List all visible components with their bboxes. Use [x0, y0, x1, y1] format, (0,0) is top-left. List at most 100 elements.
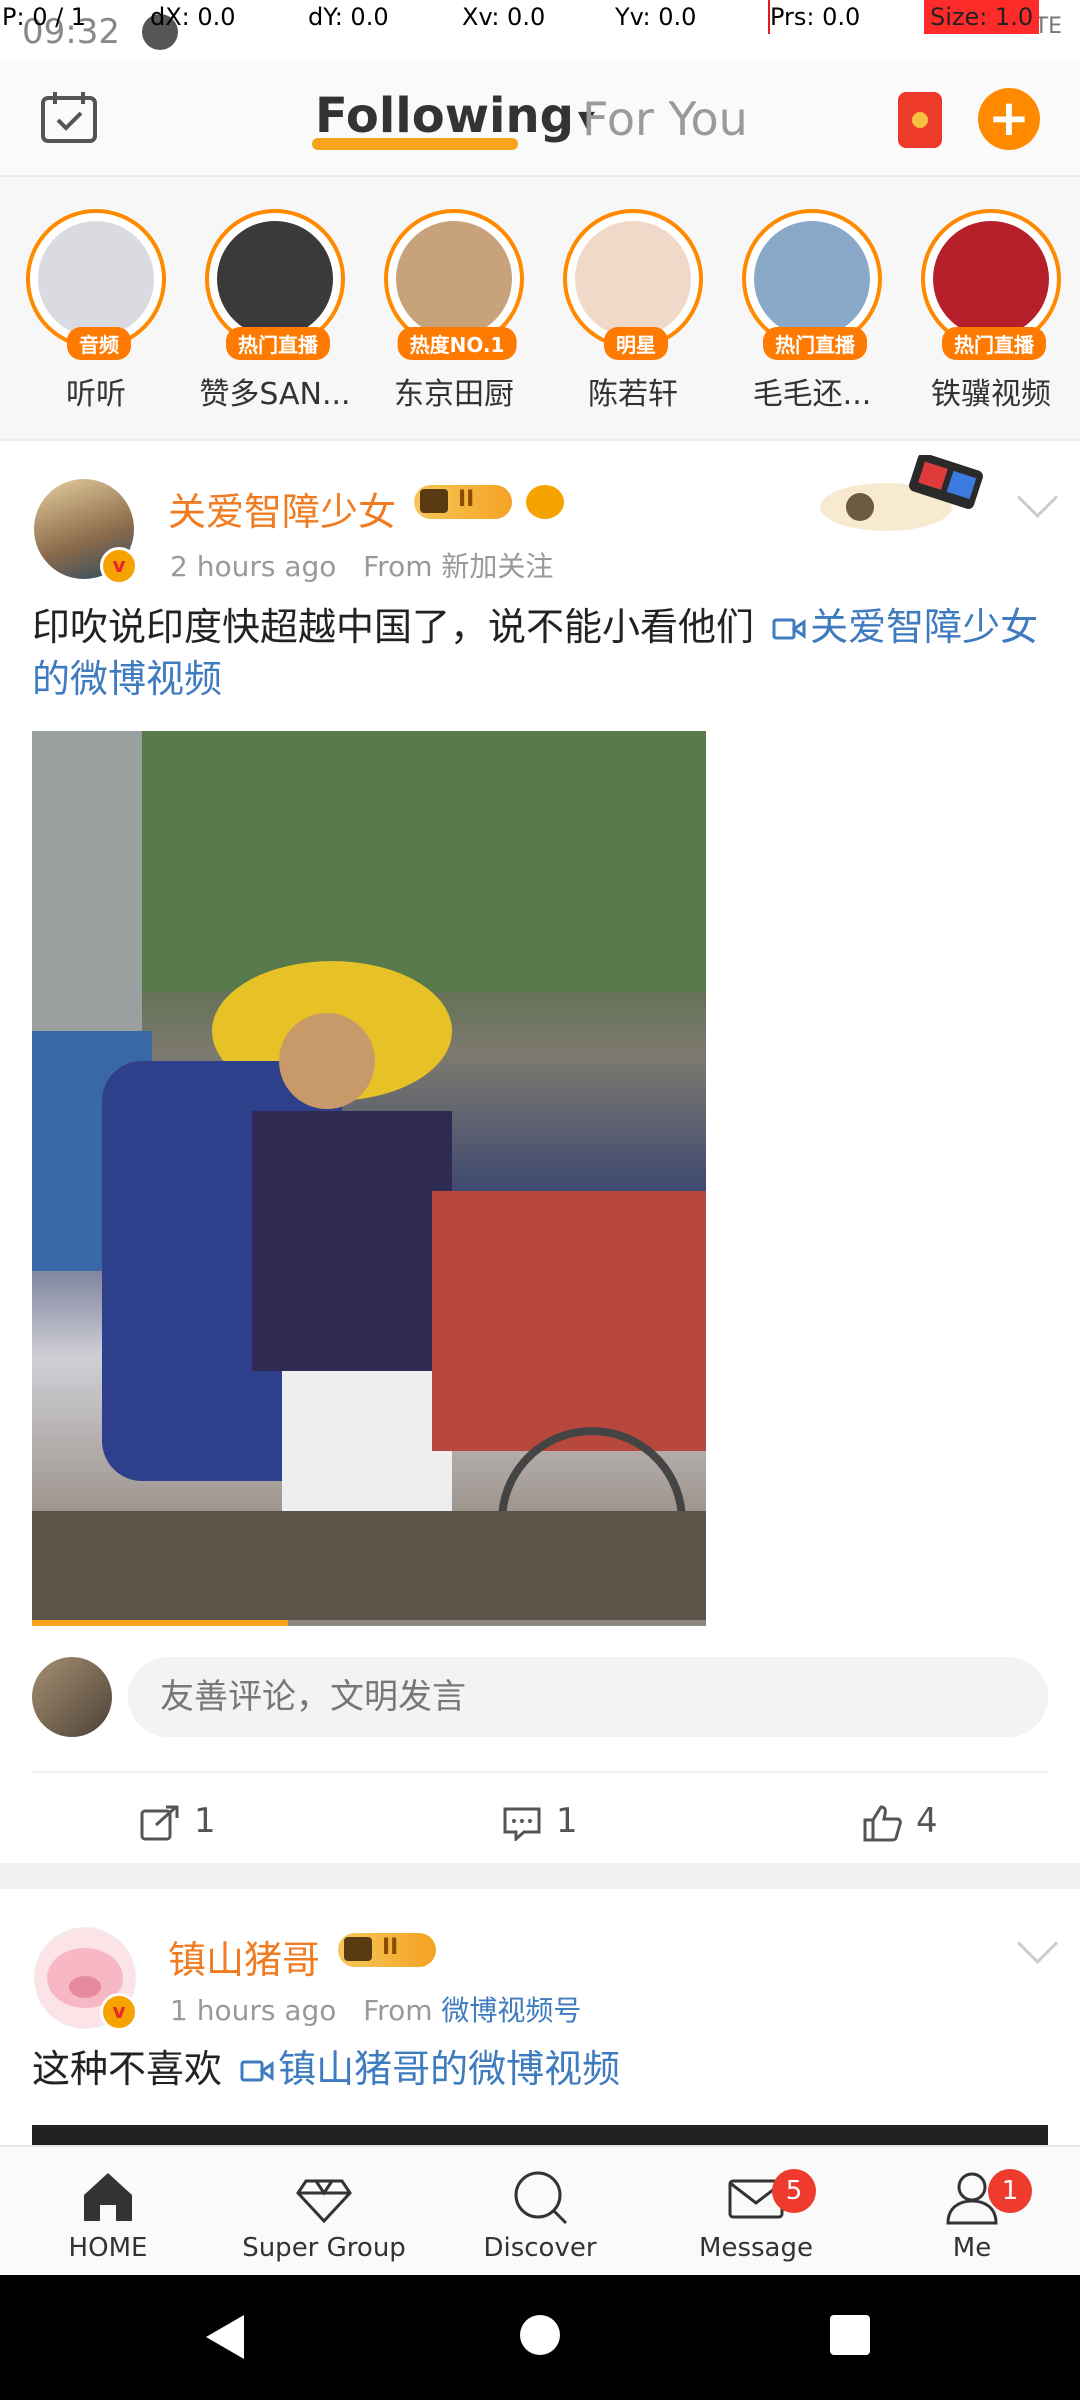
stories-strip: 音频 听听 热门直播 赞多SAN... 热度NO.1 东京田厨 明星 陈若轩 热… — [0, 177, 1080, 441]
nav-discover-label: Discover — [483, 2233, 597, 2263]
chevron-down-icon[interactable] — [1016, 1922, 1059, 1965]
story-name: 东京田厨 — [394, 377, 514, 412]
nav-message[interactable]: Message 5 — [656, 2167, 856, 2263]
debug-pointer: P: 0 / 1 — [2, 3, 87, 31]
post-meta: 1 hours ago From 微博视频号 — [170, 1989, 581, 2029]
post-from-label: From — [363, 1994, 433, 2027]
story-item[interactable]: 音频 听听 — [14, 209, 184, 429]
story-name: 赞多SAN... — [199, 377, 351, 412]
nav-me[interactable]: Me 1 — [872, 2167, 1072, 2263]
divider — [32, 1771, 1048, 1773]
story-badge: 明星 — [604, 327, 668, 360]
chevron-down-icon[interactable] — [1016, 476, 1059, 519]
story-avatar — [396, 221, 512, 337]
post-username[interactable]: 镇山猪哥 — [168, 1929, 320, 1984]
search-icon — [514, 2171, 568, 2225]
story-avatar — [933, 221, 1049, 337]
back-icon[interactable] — [206, 2315, 244, 2359]
home-circle-icon[interactable] — [520, 2315, 560, 2355]
me-count-badge: 1 — [988, 2169, 1032, 2213]
story-item[interactable]: 热度NO.1 东京田厨 — [372, 209, 542, 429]
post-actions: 1 1 4 — [0, 1781, 1080, 1861]
story-badge: 音频 — [67, 327, 131, 360]
debug-yv: Yv: 0.0 — [615, 3, 697, 31]
like-count: 4 — [916, 1801, 938, 1841]
bottom-navigation: HOME Super Group Discover Message 5 Me 1 — [0, 2145, 1080, 2277]
top-header: Following ▼ For You + — [0, 60, 1080, 177]
repost-count: 1 — [194, 1801, 216, 1841]
debug-size: Size: 1.0 — [924, 0, 1040, 34]
nav-discover[interactable]: Discover — [440, 2167, 640, 2263]
debug-overlay: P: 0 / 1 dX: 0.0 dY: 0.0 Xv: 0.0 Yv: 0.0… — [0, 0, 1080, 34]
feed-post: v 关爱智障少女 II 2 hours ago From 新加关注 印吹说印度快… — [0, 441, 1080, 1863]
comment-button[interactable]: 1 — [502, 1781, 578, 1861]
post-body: 印吹说印度快超越中国了，说不能小看他们 — [32, 605, 755, 649]
story-avatar — [38, 221, 154, 337]
post-source[interactable]: 微博视频号 — [441, 1994, 581, 2027]
nav-message-label: Message — [699, 2233, 813, 2263]
member-level: II — [382, 1935, 399, 1960]
video-progress-fill — [32, 1620, 289, 1626]
diamond-icon — [296, 2179, 352, 2224]
tab-following-label: Following — [315, 88, 575, 144]
debug-xv: Xv: 0.0 — [462, 3, 546, 31]
crown-icon — [344, 1937, 372, 1961]
story-item[interactable]: 热门直播 铁骥视频 — [909, 209, 1079, 429]
nav-super-group[interactable]: Super Group — [224, 2167, 424, 2263]
nav-home[interactable]: HOME — [8, 2167, 208, 2263]
post-username[interactable]: 关爱智障少女 — [168, 481, 396, 536]
thumbs-up-icon — [863, 1804, 902, 1841]
post-time: 2 hours ago — [170, 550, 337, 583]
calendar-check-icon[interactable] — [40, 90, 98, 144]
post-text: 印吹说印度快超越中国了，说不能小看他们 关爱智障少女的微博视频 — [32, 601, 1048, 705]
compose-button[interactable]: + — [978, 88, 1040, 150]
video-camera-icon — [240, 2060, 274, 2082]
quick-comment: 友善评论，文明发言 — [0, 1653, 1080, 1743]
verified-badge-icon: v — [100, 547, 138, 585]
story-avatar — [575, 221, 691, 337]
story-item[interactable]: 明星 陈若轩 — [551, 209, 721, 429]
red-envelope-icon[interactable] — [898, 92, 942, 148]
nav-super-group-label: Super Group — [242, 2233, 406, 2263]
member-crown-badge: II — [414, 485, 512, 519]
story-avatar — [217, 221, 333, 337]
comment-input[interactable]: 友善评论，文明发言 — [128, 1657, 1048, 1737]
tab-for-you[interactable]: For You — [582, 92, 748, 146]
story-badge: 热门直播 — [763, 327, 867, 360]
repost-button[interactable]: 1 — [140, 1781, 216, 1861]
home-icon — [84, 2173, 132, 2221]
story-badge: 热门直播 — [942, 327, 1046, 360]
comment-icon — [503, 1807, 541, 1842]
story-name: 听听 — [66, 377, 126, 412]
like-button[interactable]: 4 — [862, 1781, 938, 1861]
post-body: 这种不喜欢 — [32, 2047, 223, 2091]
post-source[interactable]: 新加关注 — [441, 550, 553, 583]
movie-glasses-icon — [816, 453, 1006, 533]
system-navigation-bar — [0, 2275, 1080, 2400]
video-player[interactable] — [32, 731, 706, 1626]
story-item[interactable]: 热门直播 赞多SAN... — [193, 209, 363, 429]
story-badge: 热度NO.1 — [397, 327, 517, 360]
fan-badge-icon — [526, 485, 564, 519]
debug-dy: dY: 0.0 — [308, 3, 389, 31]
debug-dx: dX: 0.0 — [150, 3, 236, 31]
post-separator — [0, 1863, 1080, 1889]
post-meta: 2 hours ago From 新加关注 — [170, 545, 553, 585]
repost-icon — [140, 1805, 179, 1840]
my-avatar — [32, 1657, 112, 1737]
video-camera-icon — [772, 618, 806, 640]
video-frame — [32, 731, 706, 1626]
verified-badge-icon: v — [100, 1993, 138, 2031]
story-name: 毛毛还... — [752, 377, 872, 412]
tab-following[interactable]: Following ▼ — [315, 88, 595, 144]
story-name: 铁骥视频 — [931, 377, 1051, 412]
story-item[interactable]: 热门直播 毛毛还... — [730, 209, 900, 429]
video-link[interactable]: 镇山猪哥的微博视频 — [234, 2047, 620, 2091]
story-name: 陈若轩 — [588, 377, 678, 412]
tab-active-indicator — [312, 138, 518, 150]
video-player[interactable] — [32, 2125, 1048, 2145]
recent-apps-icon[interactable] — [830, 2315, 870, 2355]
story-avatar — [754, 221, 870, 337]
story-badge: 热门直播 — [226, 327, 330, 360]
post-time: 1 hours ago — [170, 1994, 337, 2027]
